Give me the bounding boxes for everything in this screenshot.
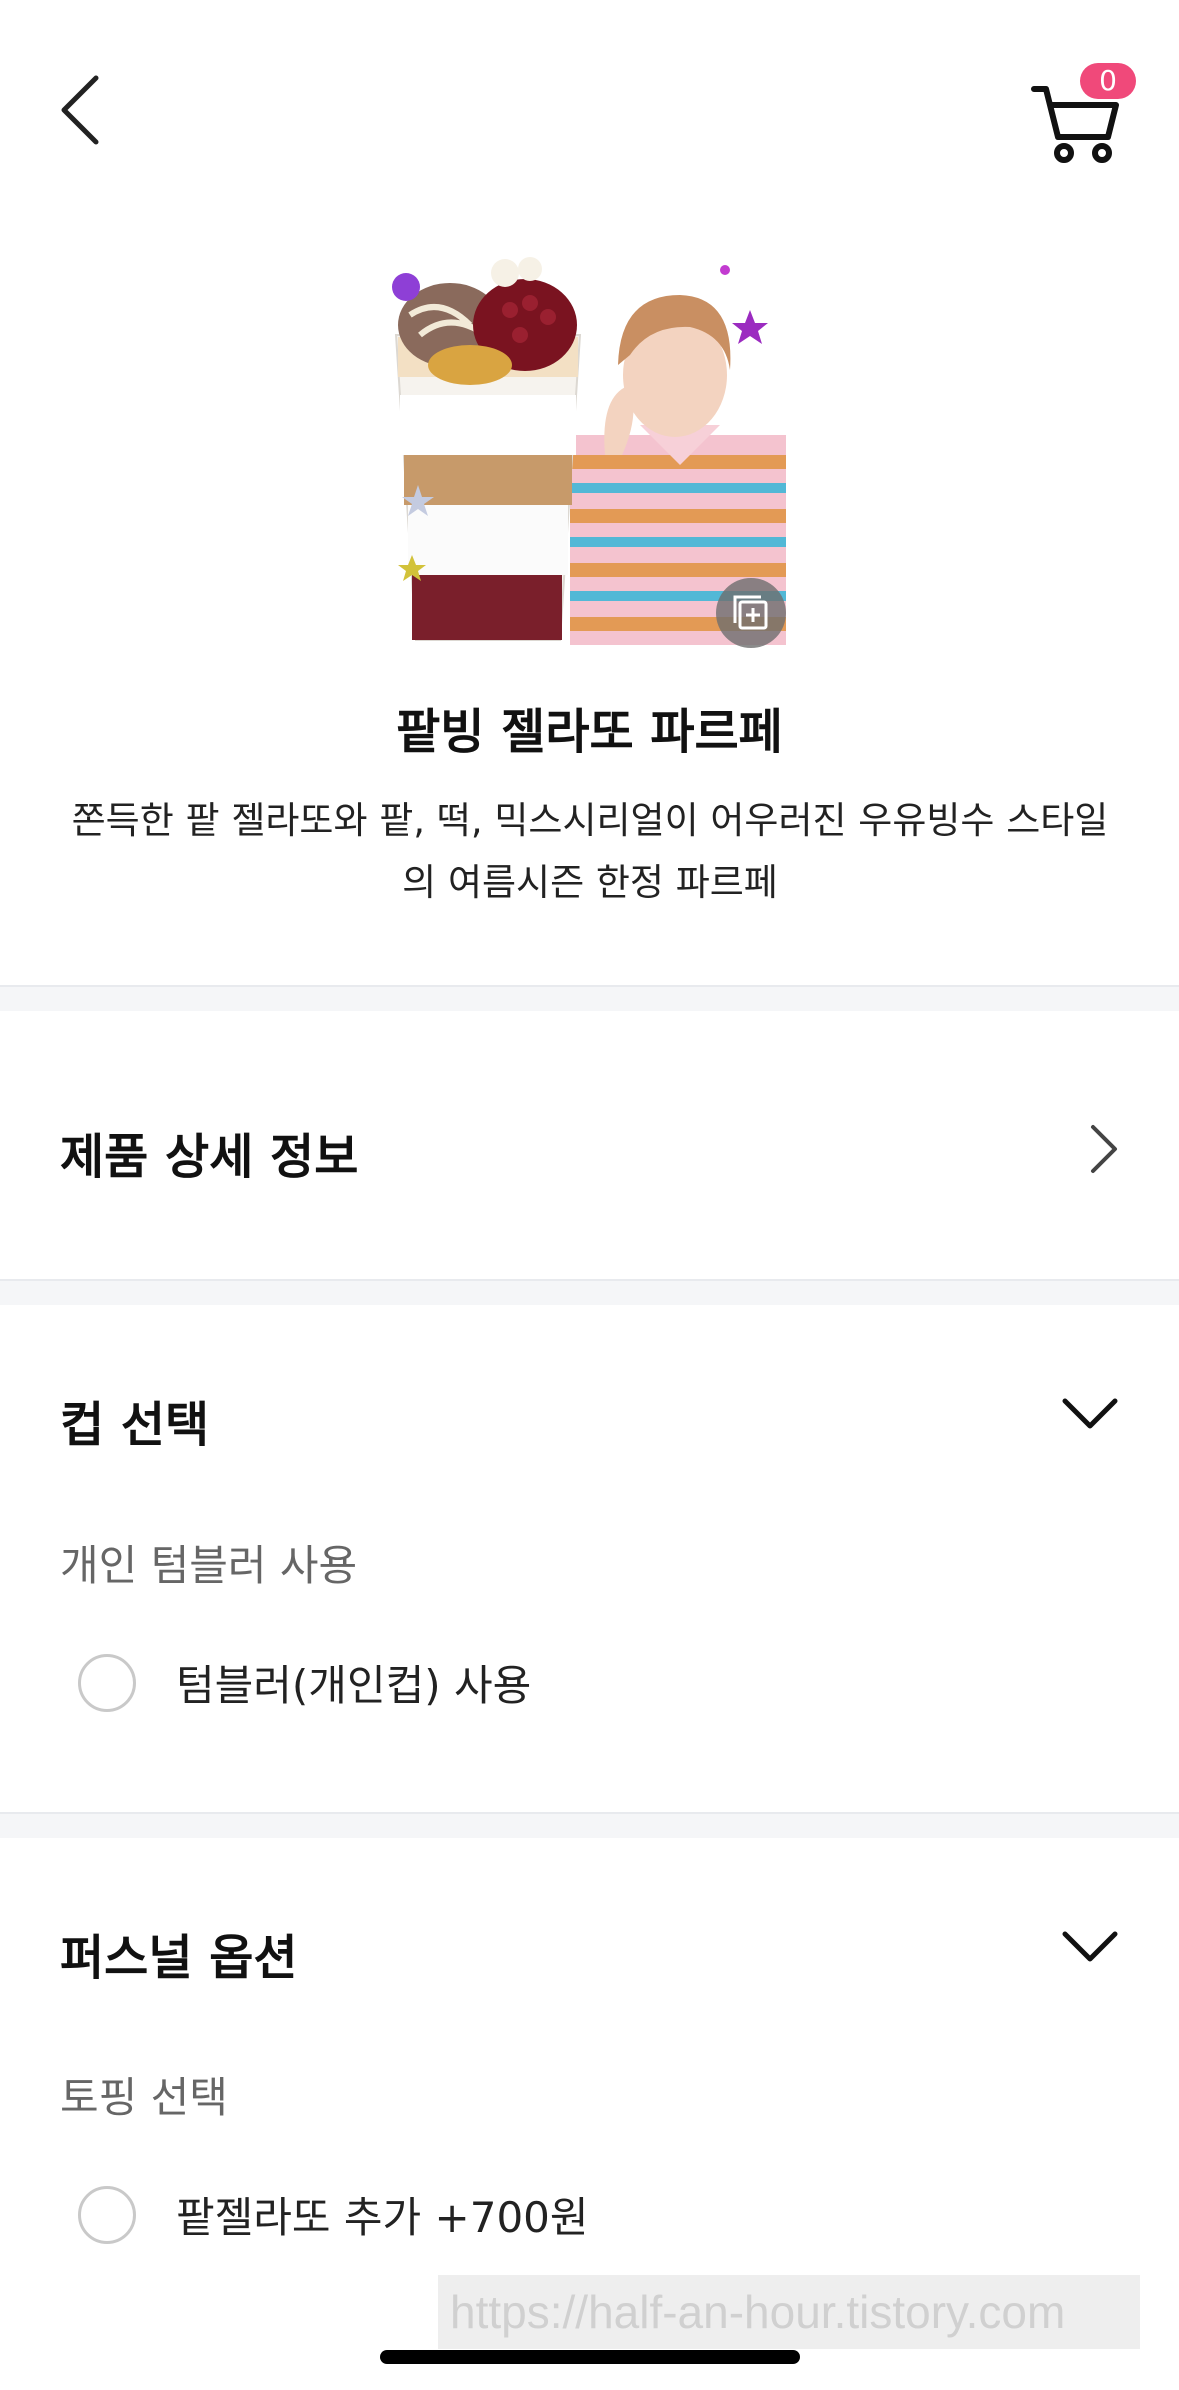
personal-options-title: 퍼스널 옵션 <box>60 1930 298 1986</box>
watermark: https://half-an-hour.tistory.com <box>438 2275 1140 2349</box>
chevron-left-icon <box>61 75 99 145</box>
section-divider <box>0 985 1179 1011</box>
cup-selection-sublabel: 개인 텀블러 사용 <box>60 1541 358 1590</box>
section-divider <box>0 1279 1179 1305</box>
chevron-down-icon <box>1062 1931 1118 1962</box>
cup-selection-header[interactable]: 컵 선택 <box>0 1305 1179 1525</box>
section-divider <box>0 1812 1179 1838</box>
chevron-right-icon <box>1091 1125 1117 1173</box>
personal-options-header[interactable]: 퍼스널 옵션 <box>0 1838 1179 2058</box>
home-indicator[interactable] <box>380 2350 800 2364</box>
tumbler-option[interactable]: 텀블러(개인컵) 사용 <box>78 1652 531 1713</box>
red-bean-gelato-option-label: 팥젤라또 추가 +700원 <box>176 2193 589 2242</box>
cart-count-badge: 0 <box>1080 63 1136 99</box>
zoom-image-button[interactable] <box>716 578 786 648</box>
header: 0 <box>0 0 1179 200</box>
red-bean-gelato-option[interactable]: 팥젤라또 추가 +700원 <box>78 2184 589 2245</box>
tumbler-option-label: 텀블러(개인컵) 사용 <box>176 1661 532 1710</box>
product-detail-info-row[interactable]: 제품 상세 정보 <box>0 1011 1179 1281</box>
product-description: 쫀득한 팥 젤라또와 팥, 떡, 믹스시리얼이 어우러진 우유빙수 스타일의 여… <box>71 799 1109 904</box>
cart-button[interactable]: 0 <box>1020 55 1140 165</box>
chevron-down-icon <box>1062 1398 1118 1429</box>
red-bean-gelato-radio[interactable] <box>78 2185 136 2244</box>
tumbler-radio[interactable] <box>78 1653 136 1712</box>
product-name: 팥빙 젤라또 파르페 <box>396 704 783 760</box>
topping-selection-sublabel: 토핑 선택 <box>60 2073 228 2122</box>
expand-image-icon <box>733 595 768 630</box>
cup-selection-title: 컵 선택 <box>60 1397 210 1453</box>
product-detail-info-label: 제품 상세 정보 <box>60 1129 359 1185</box>
back-button[interactable] <box>40 60 120 160</box>
